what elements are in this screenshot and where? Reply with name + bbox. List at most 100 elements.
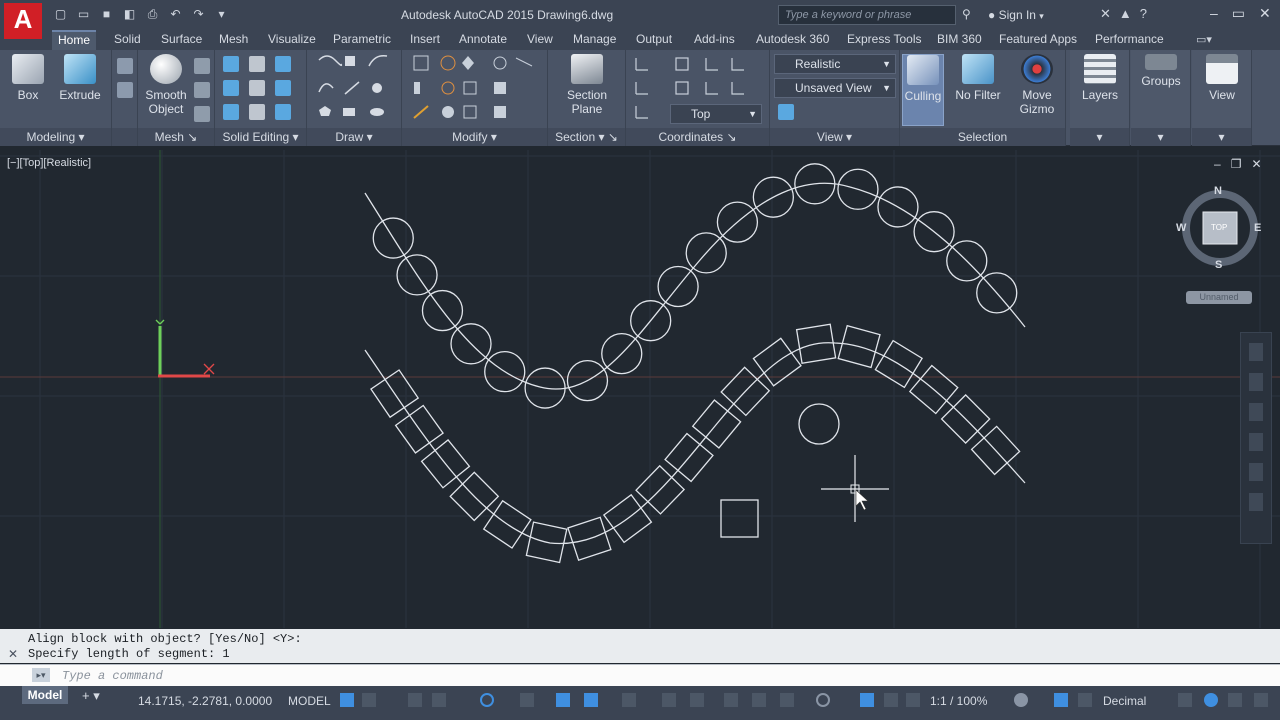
tab-home[interactable]: Home [52,30,97,50]
gizmo-icon[interactable] [816,693,830,707]
command-line-input[interactable]: ▸▾ Type a command [0,664,1280,686]
model-space-toggle[interactable]: MODEL [288,694,331,708]
tab-featured-apps[interactable]: Featured Apps [993,30,1083,50]
a360-icon[interactable]: ▲ [1119,6,1132,22]
compass-south[interactable]: S [1215,259,1222,271]
maximize-icon[interactable]: ▭ [1232,5,1245,22]
redo-icon[interactable]: ↷ [190,6,207,23]
selection-filter-icon[interactable] [780,693,794,707]
viewport-config-icon[interactable] [778,104,794,120]
taper-faces-icon[interactable] [275,80,291,96]
application-menu-button[interactable]: A [4,3,42,39]
annotation-scale-value[interactable]: 1:1 / 100% [930,694,987,708]
tab-solid[interactable]: Solid [108,30,147,50]
undo-icon[interactable]: ↶ [167,6,184,23]
panel-title-view[interactable]: View ▾ [770,128,899,146]
polar-tracking-icon[interactable] [480,693,494,707]
groups-button[interactable]: Groups [1139,54,1183,88]
ucs-named-combo[interactable]: Top ▼ [670,104,762,124]
viewport-minimize-icon[interactable]: – [1214,157,1221,171]
lineweight-icon[interactable] [622,693,636,707]
new-icon[interactable]: ▢ [52,6,69,23]
print-icon[interactable]: ⎙ [144,6,161,23]
visual-style-combo[interactable]: Realistic ▼ [774,54,896,74]
viewport-close-icon[interactable]: ✕ [1251,157,1261,171]
viewport-restore-icon[interactable]: ❐ [1231,157,1242,171]
panel-title-coordinates[interactable]: Coordinates ↘ [626,128,769,146]
save-icon[interactable]: ■ [98,6,115,23]
intersect-icon[interactable] [223,104,239,120]
subtract-icon[interactable] [223,80,239,96]
mesh-smooth-less-icon[interactable] [194,82,210,98]
panel-title-section[interactable]: Section ▾ ↘ [548,128,625,146]
slice-icon[interactable] [249,80,265,96]
snap-mode-icon[interactable] [362,693,376,707]
compass-west[interactable]: W [1176,222,1186,234]
tab-output[interactable]: Output [630,30,678,50]
tab-insert[interactable]: Insert [404,30,446,50]
tab-add-ins[interactable]: Add-ins [688,30,741,50]
block-circle[interactable] [798,403,840,445]
ucs-menu-badge[interactable]: Unnamed [1186,291,1252,304]
tab-view[interactable]: View [521,30,559,50]
isodraft-icon[interactable] [520,693,534,707]
move-gizmo-button[interactable]: Move Gizmo [1014,54,1060,116]
panel-title-selection[interactable]: Selection [900,128,1065,146]
presspull-icon[interactable] [117,58,133,74]
annotation-visibility-icon[interactable] [860,693,874,707]
save-as-icon[interactable]: ◧ [121,6,138,23]
drawing-area[interactable] [0,150,1280,628]
smooth-object-button[interactable]: Smooth Object [142,54,190,116]
panel-title-modeling[interactable]: Modeling ▾ [0,128,111,146]
command-line-close-icon[interactable]: ✕ [8,647,18,661]
sign-in-button[interactable]: ● Sign In ▾ [988,8,1044,22]
panel-title-layers-expand[interactable]: ▾ [1070,128,1129,146]
separate-icon[interactable] [275,56,291,72]
tab-bim-360[interactable]: BIM 360 [931,30,988,50]
add-layout-tab[interactable]: + ▾ [82,688,100,704]
tab-parametric[interactable]: Parametric [327,30,397,50]
thicken-icon[interactable] [249,104,265,120]
transparency-icon[interactable] [662,693,676,707]
model-layout-tab[interactable]: Model [22,686,68,704]
close-icon[interactable]: ✕ [1259,5,1271,22]
units-icon[interactable] [1078,693,1092,707]
exchange-icon[interactable]: ✕ [1100,6,1111,22]
viewcube-face-top[interactable]: TOP [1211,223,1227,232]
dynamic-input-icon[interactable] [432,693,446,707]
extrude-button[interactable]: Extrude [58,54,102,102]
extract-edges-icon[interactable] [249,56,265,72]
panel-title-view-expand[interactable]: ▾ [1192,128,1251,146]
navigation-bar[interactable] [1240,332,1272,544]
tab-manage[interactable]: Manage [567,30,622,50]
dynamic-ucs-icon[interactable] [752,693,766,707]
infer-constraints-icon[interactable] [408,693,422,707]
no-filter-button[interactable]: No Filter [952,54,1004,102]
shell-icon[interactable] [275,104,291,120]
command-prompt-icon[interactable]: ▸▾ [32,668,50,682]
workspace-gear-icon[interactable] [1014,693,1028,707]
object-snap-icon[interactable] [584,693,598,707]
tab-performance[interactable]: Performance [1089,30,1170,50]
view-button[interactable]: View [1200,54,1244,102]
selection-cycling-icon[interactable] [690,693,704,707]
section-plane-button[interactable]: Section Plane [562,54,612,116]
named-view-combo[interactable]: Unsaved View ▼ [774,78,896,98]
panel-title-modify[interactable]: Modify ▾ [402,128,547,146]
compass-east[interactable]: E [1254,222,1261,234]
minimize-icon[interactable]: – [1210,5,1218,22]
sweep-icon[interactable] [117,82,133,98]
tab-annotate[interactable]: Annotate [453,30,513,50]
quick-properties-icon[interactable] [1178,693,1192,707]
qat-dropdown-icon[interactable]: ▾ [213,6,230,23]
customization-menu-icon[interactable] [1254,693,1268,707]
annotation-scale-icon[interactable] [906,693,920,707]
coordinate-display[interactable]: 14.1715, -2.2781, 0.0000 [138,694,272,708]
auto-scale-icon[interactable] [884,693,898,707]
compass-north[interactable]: N [1214,185,1222,197]
panel-title-mesh[interactable]: Mesh ↘ [138,128,214,146]
block-square[interactable] [720,499,759,538]
hardware-acceleration-icon[interactable] [1228,693,1242,707]
binoculars-icon[interactable]: ⚲ [962,7,971,21]
tab-visualize[interactable]: Visualize [262,30,322,50]
